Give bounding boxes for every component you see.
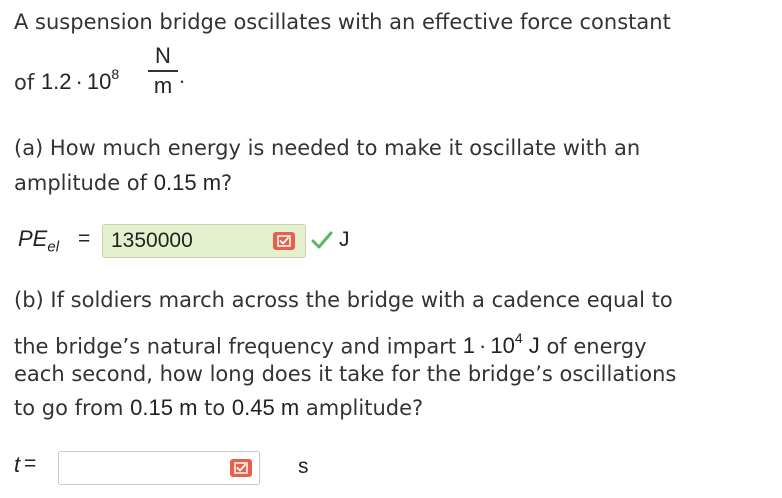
- part-b-line-1: (b) If soldiers march across the bridge …: [14, 284, 673, 316]
- part-b-line-4: to go from 0.15 m to 0.45 m amplitude?: [14, 392, 423, 424]
- equals-sign-a: =: [78, 227, 91, 250]
- part-b-line-1-text: (b) If soldiers march across the bridge …: [14, 288, 673, 312]
- energy-value: 1 · 104 J: [462, 330, 540, 359]
- part-b-line-2-prefix: the bridge’s natural frequency and impar…: [14, 334, 457, 359]
- unit-j: J: [339, 228, 350, 251]
- amplitude-of-text: amplitude of: [14, 171, 148, 195]
- unit-s: s: [298, 455, 309, 478]
- from-amplitude: 0.15 m: [130, 395, 197, 420]
- part-b-line-2: the bridge’s natural frequency and impar…: [14, 324, 647, 362]
- amplitude-number: 0.15: [153, 170, 197, 195]
- t-label: t: [14, 452, 21, 477]
- part-b-line-3: each second, how long does it take for t…: [14, 358, 676, 390]
- k-mantissa: 1.2: [40, 69, 72, 95]
- fraction-bar: [148, 70, 178, 72]
- flag-glyph-icon: [234, 462, 248, 474]
- energy-unit: J: [528, 333, 540, 359]
- from-amplitude-number: 0.15: [130, 395, 173, 420]
- of-text: of: [14, 70, 35, 95]
- intro-line-1-text: A suspension bridge oscillates with an e…: [14, 10, 671, 34]
- answer-input-a-value: 1350000: [111, 229, 193, 252]
- energy-exponent: 4: [514, 330, 523, 346]
- unit-numerator: N: [155, 43, 171, 68]
- checkmark-glyph-icon: [311, 231, 333, 249]
- k-times: ·: [75, 69, 83, 95]
- to-amplitude: 0.45 m: [232, 395, 299, 420]
- part-b-line-3-text: each second, how long does it take for t…: [14, 362, 677, 386]
- flag-icon[interactable]: [230, 459, 252, 477]
- equals-sign-b: =: [24, 452, 37, 475]
- energy-base: 10: [490, 333, 515, 359]
- intro-line-2: of 1.2 · 108: [14, 60, 119, 98]
- energy-times: ·: [479, 333, 487, 359]
- flag-glyph-icon: [277, 235, 291, 247]
- part-a-line-1: (a) How much energy is needed to make it…: [14, 132, 640, 164]
- energy-mantissa: 1: [462, 333, 476, 359]
- from-amplitude-unit: m: [179, 395, 198, 420]
- part-a-line-1-text: (a) How much energy is needed to make it…: [14, 136, 641, 160]
- part-a-line-2: amplitude of 0.15 m?: [14, 167, 232, 199]
- el-subscript: el: [47, 238, 60, 256]
- checkmark-icon: [311, 230, 333, 250]
- unit-fraction: N m: [148, 44, 178, 98]
- part-b-line-4-suffix: amplitude?: [305, 396, 424, 420]
- force-constant: 1.2 · 108: [40, 66, 120, 95]
- k-base: 10: [86, 69, 112, 95]
- intro-period: .: [179, 63, 186, 88]
- to-amplitude-unit: m: [280, 395, 300, 420]
- part-b-line-4-prefix: to go from: [14, 396, 124, 420]
- pe-symbol: PE: [18, 226, 48, 251]
- to-word: to: [204, 396, 226, 420]
- part-b-line-2-suffix: of energy: [546, 334, 647, 359]
- pe-el-label: PEel: [18, 226, 59, 255]
- unit-denominator: m: [153, 73, 173, 98]
- to-amplitude-number: 0.45: [231, 395, 275, 420]
- question-mark: ?: [221, 171, 233, 195]
- amplitude-unit: m: [202, 170, 222, 195]
- intro-line-1: A suspension bridge oscillates with an e…: [14, 6, 671, 38]
- k-exponent: 8: [111, 66, 120, 82]
- amplitude-value: 0.15 m: [154, 170, 221, 195]
- flag-icon[interactable]: [273, 232, 295, 250]
